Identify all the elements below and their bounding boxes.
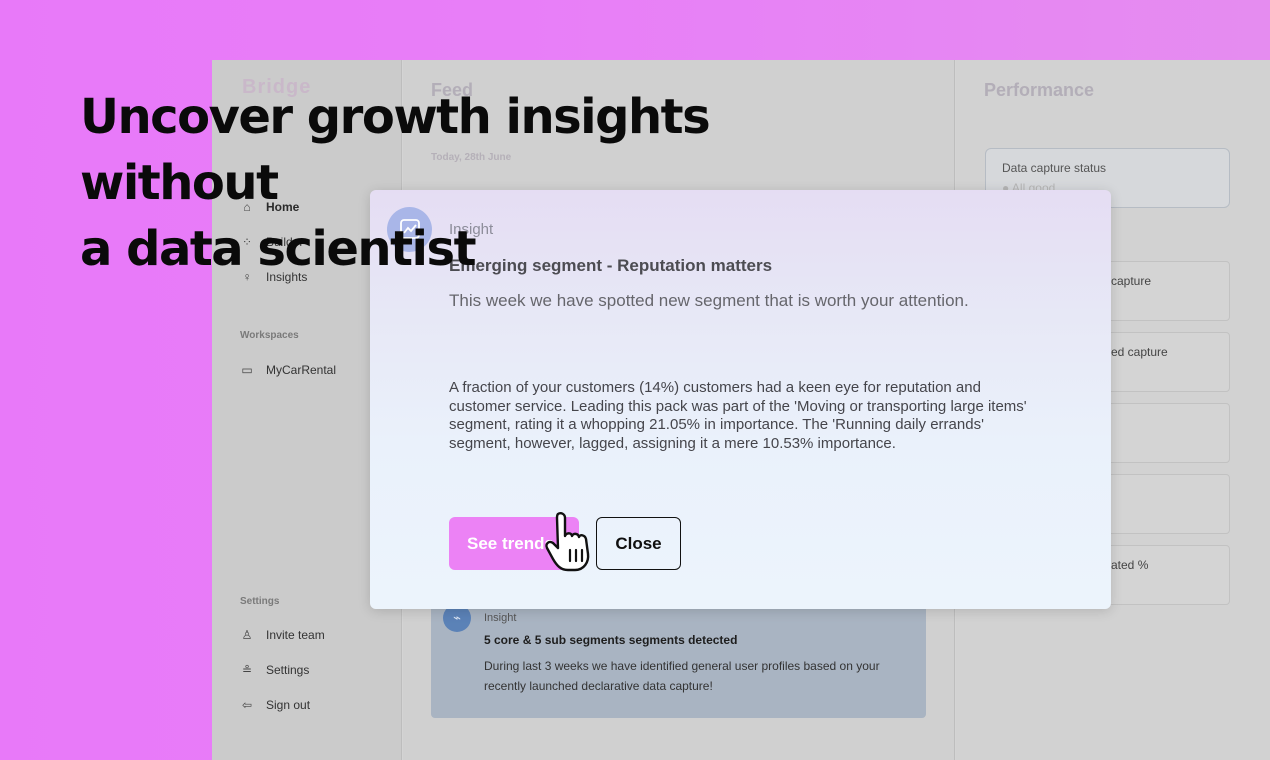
sidebar-item-label: Settings [266, 663, 310, 677]
sidebar-item-mycarrental[interactable]: ▭ MyCarRental [240, 360, 336, 380]
performance-card-label: ated % [1111, 558, 1149, 572]
headline-line-2: a data scientist [80, 221, 477, 277]
sidebar-item-label: MyCarRental [266, 363, 337, 377]
user-icon: ♙ [241, 628, 253, 642]
status-label: Data capture status [1002, 161, 1107, 175]
performance-card-label: ed capture [1111, 345, 1168, 359]
sidebar-item-settings[interactable]: ≗ Settings [240, 660, 309, 680]
feed-card-body: During last 3 weeks we have identified g… [484, 659, 880, 693]
hand-pointer-icon [545, 512, 590, 572]
sidebar-item-invite-team[interactable]: ♙ Invite team [240, 625, 325, 645]
performance-title: Performance [984, 80, 1095, 100]
performance-card-label: capture [1111, 274, 1152, 288]
modal-lead: This week we have spotted new segment th… [449, 291, 969, 310]
sign-out-icon: ⇦ [241, 698, 253, 712]
feed-insight-card[interactable]: ⌁ Insight 5 core & 5 sub segments segmen… [431, 590, 926, 718]
close-button[interactable]: Close [596, 517, 681, 570]
sliders-icon: ≗ [241, 663, 253, 677]
feed-card-title: 5 core & 5 sub segments segments detecte… [484, 633, 738, 647]
workspaces-heading: Workspaces [240, 330, 299, 341]
feed-card-kicker: Insight [484, 612, 517, 624]
modal-body: A fraction of your customers (14%) custo… [449, 379, 1027, 452]
folder-icon: ▭ [241, 363, 253, 377]
sidebar-item-label: Invite team [266, 628, 325, 642]
sidebar-item-label: Sign out [266, 698, 311, 712]
sidebar-item-sign-out[interactable]: ⇦ Sign out [240, 695, 310, 715]
settings-heading: Settings [240, 596, 280, 607]
hero-headline: Uncover growth insights without a data s… [80, 84, 880, 282]
headline-line-1: Uncover growth insights without [80, 89, 711, 211]
